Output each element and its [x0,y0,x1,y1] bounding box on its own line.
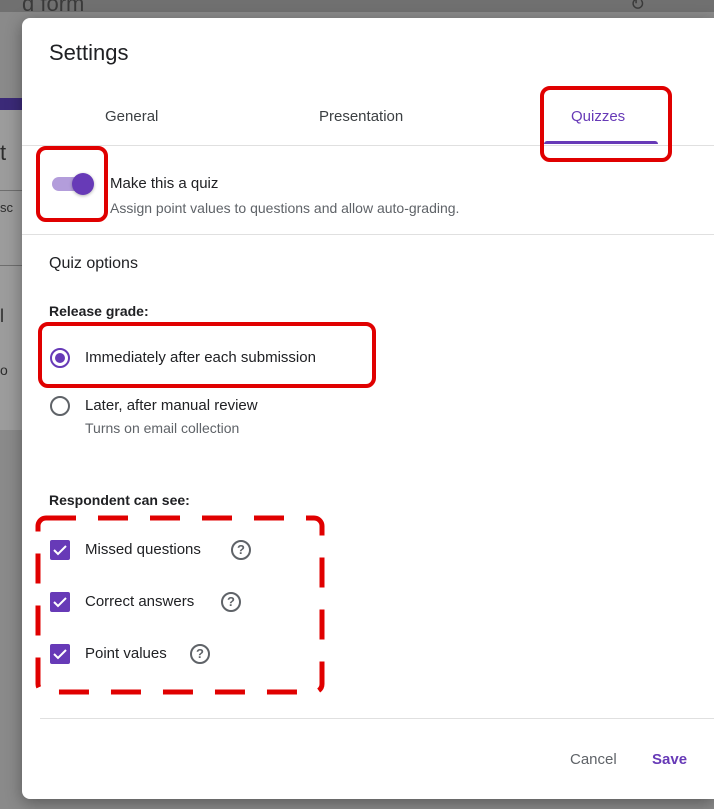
annotation-dashed-box [35,515,325,695]
